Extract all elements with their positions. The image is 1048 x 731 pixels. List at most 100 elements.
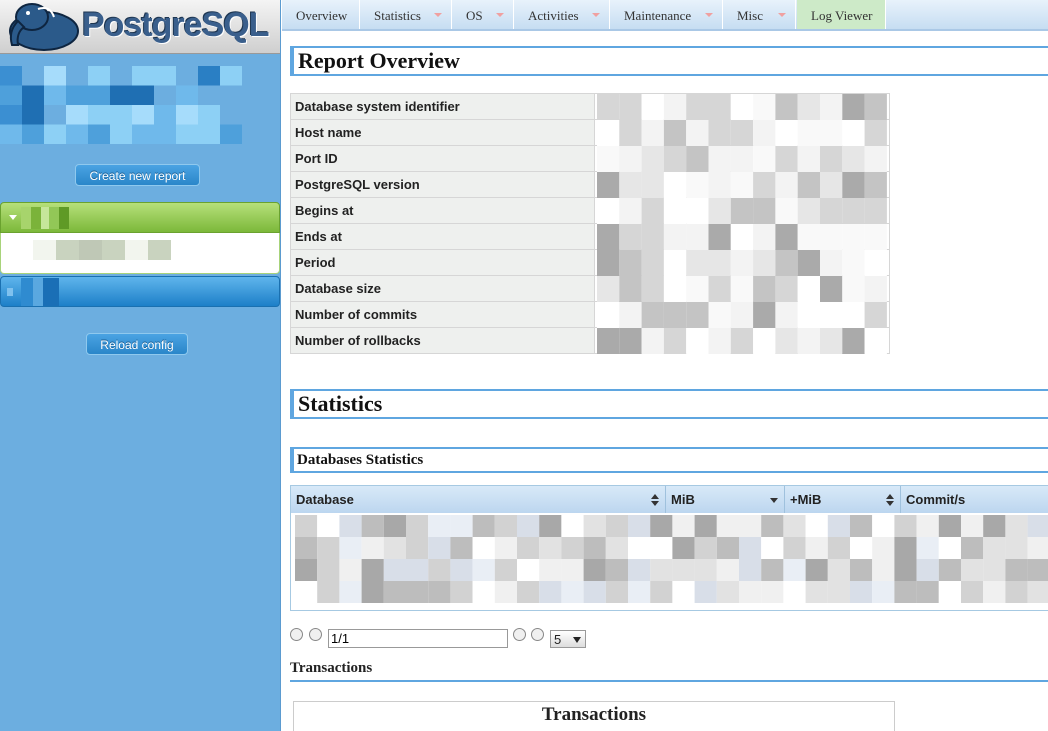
overview-row: Ends at	[290, 223, 891, 250]
overview-row: Port ID	[290, 145, 891, 172]
column-label: Database	[296, 492, 354, 507]
overview-label: Period	[290, 249, 595, 276]
sort-icon	[651, 494, 659, 506]
chevron-down-icon	[592, 13, 600, 17]
grid-pager: 5	[290, 628, 690, 650]
chevron-down-icon	[778, 13, 786, 17]
blurred-value	[596, 302, 887, 328]
page-size-value: 5	[554, 632, 562, 647]
column-header-commits[interactable]: Commit/s	[901, 486, 1048, 513]
logo-text: PostgreSQL	[82, 6, 269, 44]
last-page-icon[interactable]	[531, 628, 544, 641]
report-overview-title: Report Overview	[290, 46, 1048, 76]
page-input[interactable]	[328, 629, 508, 648]
tab-label: Misc	[737, 8, 763, 23]
tab-label: Log Viewer	[811, 8, 873, 23]
elephant-icon	[9, 3, 79, 51]
overview-row: PostgreSQL version	[290, 171, 891, 198]
tab-maintenance[interactable]: Maintenance	[610, 0, 723, 29]
sort-desc-icon	[770, 498, 778, 503]
grid-header: Database MiB +MiB Commit/s	[291, 486, 1048, 513]
overview-label: Database size	[290, 275, 595, 302]
transactions-chart: Transactions	[293, 701, 895, 731]
first-page-icon[interactable]	[290, 628, 303, 641]
chevron-down-icon	[573, 637, 581, 643]
blurred-value	[596, 172, 887, 198]
chevron-down-icon	[496, 13, 504, 17]
overview-value	[593, 119, 891, 146]
page-size-select[interactable]: 5	[550, 630, 586, 648]
overview-label: Number of rollbacks	[290, 327, 595, 354]
reload-config-button[interactable]: Reload config	[86, 333, 188, 355]
blurred-grid-rows	[295, 515, 1048, 603]
tab-activities[interactable]: Activities	[514, 0, 610, 29]
blurred-image	[0, 66, 242, 144]
overview-label: Number of commits	[290, 301, 595, 328]
blurred-label	[21, 207, 69, 229]
chevron-down-icon	[705, 13, 713, 17]
overview-value	[593, 171, 891, 198]
sidebar: PostgreSQL Create new report Reload conf…	[0, 0, 281, 731]
blurred-value	[596, 224, 887, 250]
overview-value	[593, 327, 891, 354]
overview-row: Number of rollbacks	[290, 327, 891, 354]
blurred-value	[596, 94, 887, 120]
top-menu: Overview Statistics OS Activities Mainte…	[282, 0, 1048, 31]
overview-row: Database size	[290, 275, 891, 302]
logo[interactable]: PostgreSQL	[0, 0, 280, 54]
tab-label: Statistics	[374, 8, 421, 23]
tab-label: Maintenance	[624, 8, 692, 23]
overview-value	[593, 145, 891, 172]
create-report-button[interactable]: Create new report	[75, 164, 200, 186]
next-page-icon[interactable]	[513, 628, 526, 641]
column-header-mib[interactable]: MiB	[666, 486, 785, 513]
overview-label: Host name	[290, 119, 595, 146]
accordion-header-server[interactable]	[0, 202, 280, 233]
overview-label: Ends at	[290, 223, 595, 250]
blurred-label	[7, 278, 59, 306]
tab-label: OS	[466, 8, 483, 23]
blurred-value	[596, 120, 887, 146]
blurred-value	[596, 198, 887, 224]
overview-label: Database system identifier	[290, 93, 595, 120]
blurred-list-item[interactable]	[33, 240, 171, 260]
overview-row: Host name	[290, 119, 891, 146]
databases-grid: Database MiB +MiB Commit/s	[290, 485, 1048, 611]
overview-label: Port ID	[290, 145, 595, 172]
overview-value	[593, 197, 891, 224]
tab-log-viewer[interactable]: Log Viewer	[797, 0, 886, 29]
overview-value	[593, 275, 891, 302]
tab-statistics[interactable]: Statistics	[360, 0, 452, 29]
databases-statistics-title: Databases Statistics	[290, 447, 1048, 473]
tab-overview[interactable]: Overview	[282, 0, 360, 29]
column-header-database[interactable]: Database	[291, 486, 666, 513]
main-content: Report Overview Database system identifi…	[282, 31, 1048, 731]
overview-value	[593, 249, 891, 276]
blurred-value	[596, 276, 887, 302]
overview-row: Begins at	[290, 197, 891, 224]
overview-label: Begins at	[290, 197, 595, 224]
overview-value	[593, 301, 891, 328]
overview-value	[593, 93, 891, 120]
blurred-value	[596, 250, 887, 276]
tab-misc[interactable]: Misc	[723, 0, 796, 29]
column-label: Commit/s	[906, 492, 966, 507]
sort-icon	[886, 494, 894, 506]
overview-row: Database system identifier	[290, 93, 891, 120]
accordion-panel-server	[0, 233, 280, 274]
statistics-title: Statistics	[290, 389, 1048, 419]
accordion-header-other[interactable]	[0, 276, 280, 307]
overview-table: Database system identifier Host name Port …	[290, 93, 891, 354]
overview-label: PostgreSQL version	[290, 171, 595, 198]
column-label: +MiB	[790, 492, 822, 507]
previous-page-icon[interactable]	[309, 628, 322, 641]
blurred-value	[596, 146, 887, 172]
chevron-down-icon	[9, 215, 17, 220]
overview-row: Number of commits	[290, 301, 891, 328]
column-header-plus-mib[interactable]: +MiB	[785, 486, 901, 513]
overview-row: Period	[290, 249, 891, 276]
blurred-value	[596, 328, 887, 354]
chevron-down-icon	[434, 13, 442, 17]
tab-os[interactable]: OS	[452, 0, 514, 29]
transactions-heading: Transactions	[290, 660, 1048, 682]
